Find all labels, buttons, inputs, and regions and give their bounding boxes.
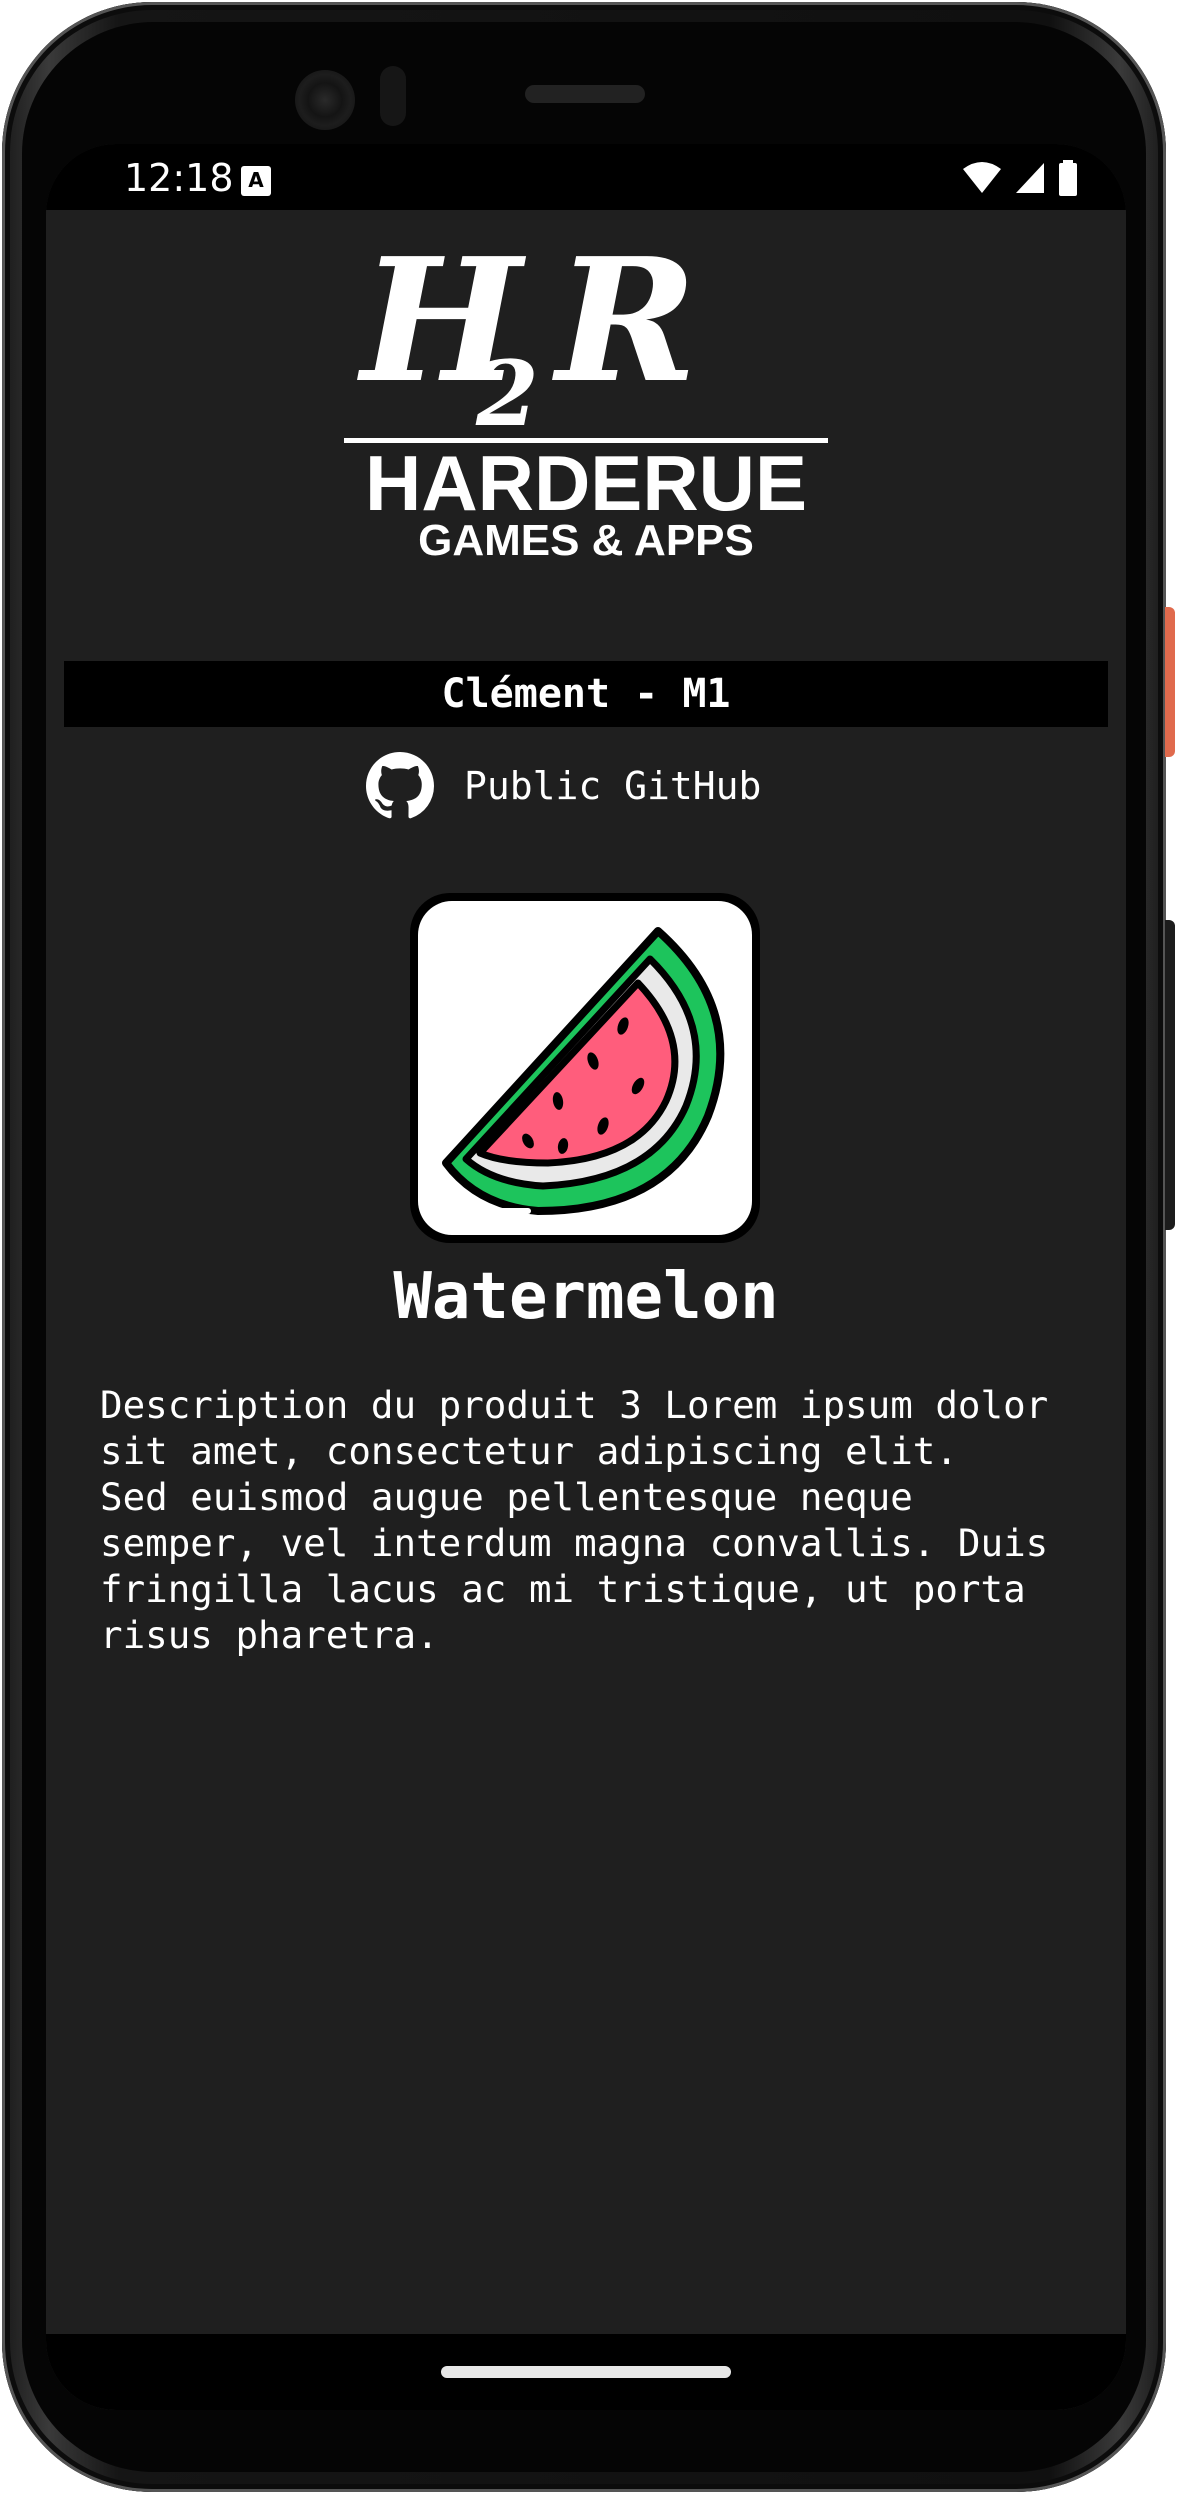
home-gesture-handle[interactable] (441, 2366, 731, 2378)
status-time: 12:18 (124, 156, 234, 200)
product-description: Description du produit 3 Lorem ipsum dol… (100, 1383, 1049, 1657)
notification-icon: A (241, 166, 271, 196)
brand-name: HARDERUE (365, 439, 807, 527)
screen: 12:18 A H 2 R HARDERUE GAMES & APPS Clém… (46, 144, 1126, 2410)
front-camera (295, 70, 355, 130)
github-link[interactable]: Public GitHub (366, 750, 761, 822)
power-button (1165, 607, 1175, 757)
app-content: H 2 R HARDERUE GAMES & APPS Clément - M1… (46, 210, 1126, 2410)
product-image (410, 893, 760, 1243)
watermelon-icon (442, 927, 725, 1215)
user-bar: Clément - M1 (64, 661, 1108, 727)
proximity-sensor (380, 66, 406, 126)
battery-icon (1059, 160, 1077, 196)
github-icon (366, 752, 434, 819)
brand-tagline: GAMES & APPS (418, 516, 754, 565)
product-title: Watermelon (393, 1260, 779, 1334)
volume-button (1165, 920, 1175, 1230)
status-icons (962, 158, 1078, 198)
logo-2: 2 (475, 341, 539, 447)
github-label: Public GitHub (464, 764, 762, 808)
wifi-icon (963, 162, 1001, 193)
status-bar: 12:18 A (46, 144, 1126, 210)
cell-signal-icon (1016, 163, 1044, 193)
harderue-logo: H 2 R HARDERUE GAMES & APPS (344, 230, 828, 565)
logo-r: R (552, 230, 697, 421)
earpiece-speaker (525, 85, 645, 103)
